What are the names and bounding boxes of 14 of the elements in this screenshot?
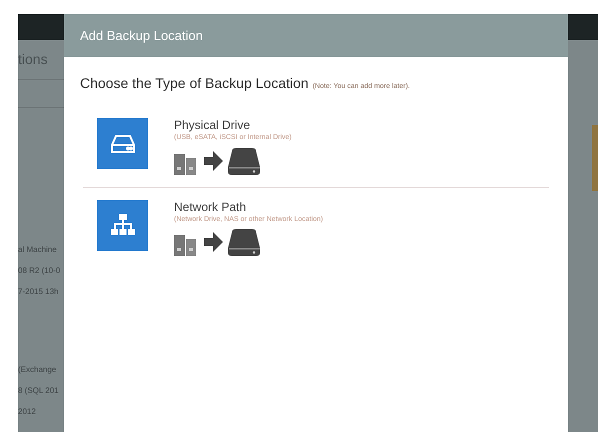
top-bar <box>18 14 64 40</box>
background-text: (Exchange <box>18 364 58 376</box>
background-text: 2012 <box>18 406 37 418</box>
option-title: Physical Drive <box>174 118 252 132</box>
hard-drive-icon <box>110 134 134 154</box>
network-hierarchy-icon <box>110 214 134 236</box>
top-bar <box>568 14 598 40</box>
option-title: Network Path <box>174 200 248 214</box>
background-text: 8 (SQL 201 <box>18 385 60 397</box>
dialog-heading: Choose the Type of Backup Location <box>80 74 309 93</box>
background-text: 7-2015 13h <box>18 286 60 298</box>
background-text: al Machine <box>18 244 58 256</box>
dialog-title: Add Backup Location <box>80 26 203 45</box>
background-text: 08 R2 (10-0 <box>18 265 62 277</box>
